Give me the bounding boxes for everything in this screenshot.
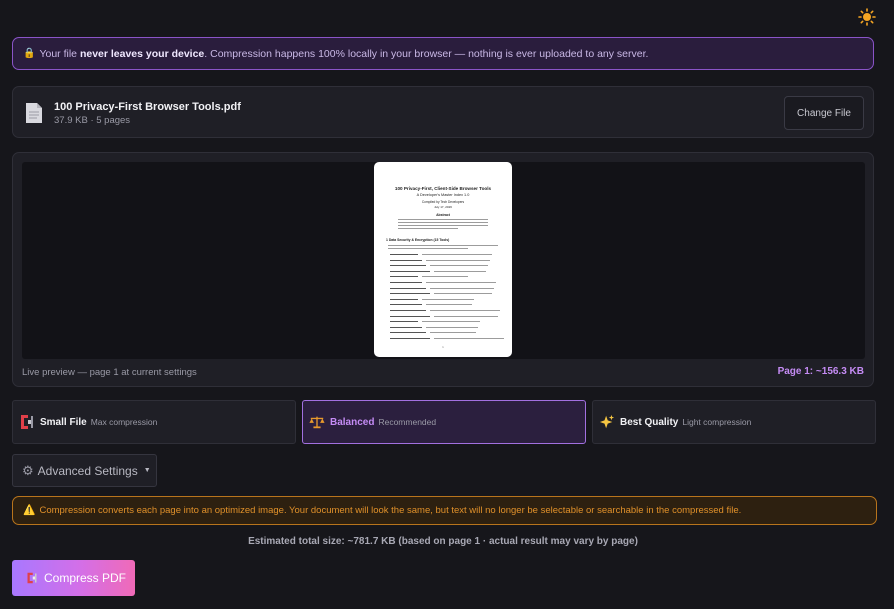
preset-best-quality[interactable]: Best Quality Light compression: [592, 400, 876, 444]
privacy-text-before: Your file: [39, 47, 80, 60]
preset-title: Best Quality: [620, 416, 679, 428]
privacy-text-bold: never leaves your device: [79, 47, 205, 60]
clamp-icon: [26, 571, 38, 585]
document-icon: [26, 103, 42, 123]
privacy-banner: 🔒 Your file never leaves your device . C…: [12, 37, 874, 70]
thumb-date: July 17, 2026: [434, 205, 452, 209]
thumb-author: Compiled by Tech Developers: [421, 200, 465, 204]
compress-pdf-button[interactable]: Compress PDF: [12, 560, 135, 596]
advanced-settings-label: Advanced Settings: [37, 463, 138, 478]
sparkles-icon: [599, 413, 615, 431]
file-card: 100 Privacy-First Browser Tools.pdf 37.9…: [12, 86, 874, 138]
chevron-down-icon: ▼: [143, 467, 151, 474]
estimated-size: Estimated total size: ~781.7 KB (based o…: [248, 536, 638, 547]
theme-toggle-button[interactable]: [856, 6, 878, 28]
gear-icon: ⚙: [22, 462, 34, 478]
warning-icon: ⚠️: [23, 505, 36, 516]
privacy-text-after: . Compression happens 100% locally in yo…: [204, 47, 649, 60]
sun-icon: [858, 8, 876, 26]
compress-pdf-label: Compress PDF: [44, 571, 127, 585]
clamp-icon: [19, 413, 35, 431]
preview-card: 100 Privacy-First, Client-Side Browser T…: [12, 152, 874, 387]
preview-area: 100 Privacy-First, Client-Side Browser T…: [22, 162, 865, 359]
thumb-subtitle: A Developer's Master Index 1.0: [416, 193, 470, 197]
lock-icon: 🔒: [23, 48, 36, 59]
preset-balanced[interactable]: Balanced Recommended: [302, 400, 586, 444]
preset-subtitle: Light compression: [682, 417, 752, 427]
preset-subtitle: Max compression: [90, 417, 158, 427]
preset-small-file[interactable]: Small File Max compression: [12, 400, 296, 444]
advanced-settings-toggle[interactable]: ⚙ Advanced Settings ▼: [12, 454, 157, 487]
change-file-button[interactable]: Change File: [784, 96, 864, 130]
warning-text: Compression converts each page into an o…: [39, 505, 742, 516]
preset-title: Small File: [40, 416, 87, 428]
preview-page-size: Page 1: ~156.3 KB: [777, 366, 864, 377]
file-meta: 37.9 KB · 5 pages: [54, 115, 131, 126]
scales-icon: [309, 413, 325, 431]
preset-subtitle: Recommended: [378, 417, 437, 427]
thumb-title: 100 Privacy-First, Client-Side Browser T…: [394, 186, 492, 191]
preview-caption: Live preview — page 1 at current setting…: [22, 367, 197, 378]
preset-title: Balanced: [330, 416, 375, 428]
warning-banner: ⚠️ Compression converts each page into a…: [12, 496, 877, 525]
thumb-abstract-heading: Abstract: [436, 213, 450, 217]
thumb-section-heading: 1 Data Security & Encryption (15 Tools): [386, 238, 450, 242]
pdf-page-thumbnail: 100 Privacy-First, Client-Side Browser T…: [374, 162, 512, 357]
file-name: 100 Privacy-First Browser Tools.pdf: [54, 101, 241, 113]
